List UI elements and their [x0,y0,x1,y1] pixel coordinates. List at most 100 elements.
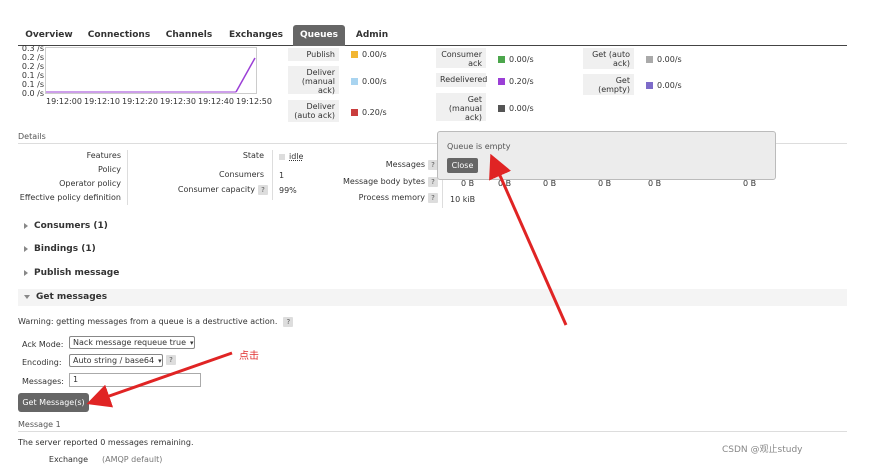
exchange-value: (AMQP default) [102,455,163,464]
consumers-value: 1 [279,171,285,180]
close-button[interactable]: Close [447,158,478,173]
state-label: State [242,151,264,160]
body-bytes-total: 0 B [461,179,475,188]
y-tick: 0.1 /s [21,80,44,89]
caret-down-icon [24,294,30,299]
divider [18,431,847,432]
x-tick: 19:12:20 [122,97,158,106]
popup-message: Queue is empty [447,142,511,151]
click-annotation: 点击 [239,351,259,362]
encoding-select[interactable]: Auto string / base64 ▾ [69,354,163,367]
y-tick: 0.0 /s [21,89,44,98]
message-rate-chart [45,47,257,94]
rate-label-publish: Publish [288,48,339,61]
rate-label-consumer-ack: Consumer ack [436,48,486,68]
tab-queues[interactable]: Queues [293,25,345,46]
legend-swatch [351,109,358,116]
state-indicator [279,153,285,160]
body-bytes-transient: 0 B [743,179,757,188]
rate-label-get-empty: Get (empty) [583,74,634,95]
operator-policy-label: Operator policy [59,179,121,188]
process-memory-label: Process memory? [340,193,438,203]
process-memory-value: 10 kiB [450,195,476,204]
body-bytes-in-memory: 0 B [598,179,612,188]
help-icon[interactable]: ? [283,317,294,327]
rate-label-get-manual: Get (manual ack) [436,93,486,122]
rate-value-redelivered: 0.20/s [498,77,534,86]
get-messages-button[interactable]: Get Message(s) [18,393,89,412]
y-tick: 0.3 /s [21,44,44,53]
encoding-label: Encoding: [22,358,62,367]
rate-label-deliver-auto: Deliver (auto ack) [288,100,339,122]
section-get-messages[interactable]: Get messages [18,289,847,306]
tab-exchanges[interactable]: Exchanges [223,27,289,46]
message-result-title: Message 1 [18,420,61,429]
messages-label: Messages? [340,160,438,170]
chart-y-axis: 0.3 /s 0.2 /s 0.2 /s 0.1 /s 0.1 /s 0.0 /… [18,44,44,98]
section-publish-message[interactable]: Publish message [18,265,847,282]
legend-swatch [646,56,653,63]
body-bytes-persistent: 0 B [648,179,662,188]
help-icon[interactable]: ? [166,355,176,365]
rate-value-get-manual: 0.00/s [498,104,534,113]
messages-count-input[interactable]: 1 [69,373,201,387]
rate-value-deliver-manual: 0.00/s [351,77,387,86]
consumers-label: Consumers [219,170,264,179]
features-label: Features [86,151,121,160]
state-value: idle [279,152,303,161]
body-bytes-unacked: 0 B [543,179,557,188]
rate-label-get-auto: Get (auto ack) [583,48,634,69]
ack-mode-label: Ack Mode: [22,340,64,349]
legend-swatch [351,51,358,58]
x-tick: 19:12:40 [198,97,234,106]
legend-swatch [351,78,358,85]
section-consumers[interactable]: Consumers (1) [18,218,847,235]
details-title: Details [18,132,46,141]
chevron-down-icon: ▾ [190,339,194,347]
legend-swatch [646,82,653,89]
rate-value-publish: 0.00/s [351,50,387,59]
policy-label: Policy [97,165,121,174]
caret-right-icon [24,245,28,252]
body-bytes-ready: 0 B [498,179,512,188]
caret-right-icon [24,269,28,276]
y-tick: 0.2 /s [21,53,44,62]
rate-value-consumer-ack: 0.00/s [498,55,534,64]
main-nav: Overview Connections Channels Exchanges … [18,25,847,46]
watermark: CSDN @观止study [722,445,803,455]
legend-swatch [498,78,505,85]
help-icon[interactable]: ? [428,193,438,203]
legend-swatch [498,56,505,63]
divider [127,150,128,205]
rate-label-deliver-manual: Deliver (manual ack) [288,66,339,95]
tab-connections[interactable]: Connections [84,27,154,46]
section-bindings[interactable]: Bindings (1) [18,241,847,258]
x-tick: 19:12:50 [236,97,272,106]
rate-line-rise [235,57,256,93]
chart-x-axis: 19:12:00 19:12:10 19:12:20 19:12:30 19:1… [46,97,276,107]
chart-plot [46,57,256,93]
exchange-label: Exchange [48,455,88,464]
tab-admin[interactable]: Admin [350,27,394,46]
ack-mode-select[interactable]: Nack message requeue true ▾ [69,336,195,349]
legend-swatch [498,105,505,112]
x-tick: 19:12:00 [46,97,82,106]
caret-right-icon [24,222,28,229]
rate-value-deliver-auto: 0.20/s [351,108,387,117]
y-tick: 0.1 /s [21,71,44,80]
divider [272,150,273,200]
remaining-messages-text: The server reported 0 messages remaining… [18,438,194,447]
effective-policy-label: Effective policy definition [19,193,121,202]
rate-value-get-auto: 0.00/s [646,55,682,64]
y-tick: 0.2 /s [21,62,44,71]
destructive-warning: Warning: getting messages from a queue i… [18,317,294,327]
rate-value-get-empty: 0.00/s [646,81,682,90]
tab-channels[interactable]: Channels [159,27,219,46]
chevron-down-icon: ▾ [158,357,162,365]
rate-label-redelivered: Redelivered [436,73,487,87]
x-tick: 19:12:10 [84,97,120,106]
help-icon[interactable]: ? [258,185,268,195]
x-tick: 19:12:30 [160,97,196,106]
consumer-capacity-label: Consumer capacity? [170,185,268,195]
queue-empty-popup: Queue is empty Close [437,131,776,180]
